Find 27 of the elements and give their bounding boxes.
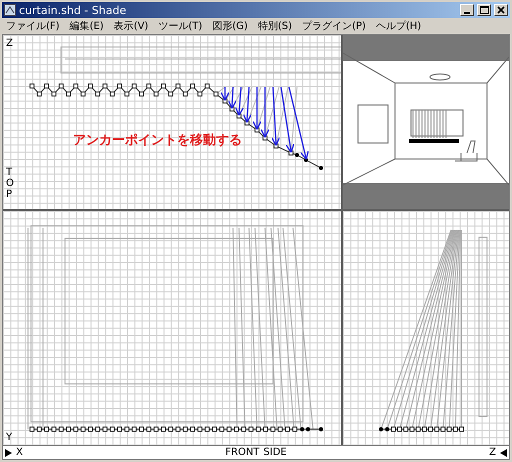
menu-item[interactable]: ファイル(F) bbox=[6, 19, 60, 33]
front-view-pane[interactable]: Y bbox=[3, 211, 341, 445]
menu-item[interactable]: ヘルプ(H) bbox=[376, 19, 422, 33]
menu-item[interactable]: 表示(V) bbox=[114, 19, 148, 33]
minimize-button[interactable] bbox=[460, 4, 474, 16]
view-label: TOP bbox=[6, 167, 15, 200]
window-title: curtain.shd - Shade bbox=[19, 4, 128, 16]
axis-label: Z bbox=[6, 39, 13, 49]
menu-item[interactable]: ツール(T) bbox=[158, 19, 202, 33]
top-view-pane[interactable]: Z TOP アンカーポイントを移動する bbox=[3, 35, 341, 209]
annotation-text: アンカーポイントを移動する bbox=[73, 132, 242, 149]
axis-label: Z bbox=[489, 448, 496, 458]
arrow-icon bbox=[500, 448, 507, 456]
arrow-icon bbox=[5, 448, 12, 456]
menu-item[interactable]: プラグイン(P) bbox=[302, 19, 366, 33]
close-button[interactable] bbox=[494, 4, 508, 16]
menu-item[interactable]: 図形(G) bbox=[212, 19, 248, 33]
maximize-button[interactable] bbox=[477, 4, 491, 16]
menu-item[interactable]: 編集(E) bbox=[70, 19, 104, 33]
axis-label: Y bbox=[6, 433, 12, 443]
view-label: SIDE bbox=[263, 448, 287, 458]
close-icon bbox=[497, 6, 505, 14]
menu-item[interactable]: 特別(S) bbox=[258, 19, 292, 33]
app-icon bbox=[4, 4, 16, 16]
view-label: FRONT bbox=[225, 448, 260, 458]
maximize-icon bbox=[480, 6, 488, 14]
axis-label: X bbox=[16, 448, 23, 458]
